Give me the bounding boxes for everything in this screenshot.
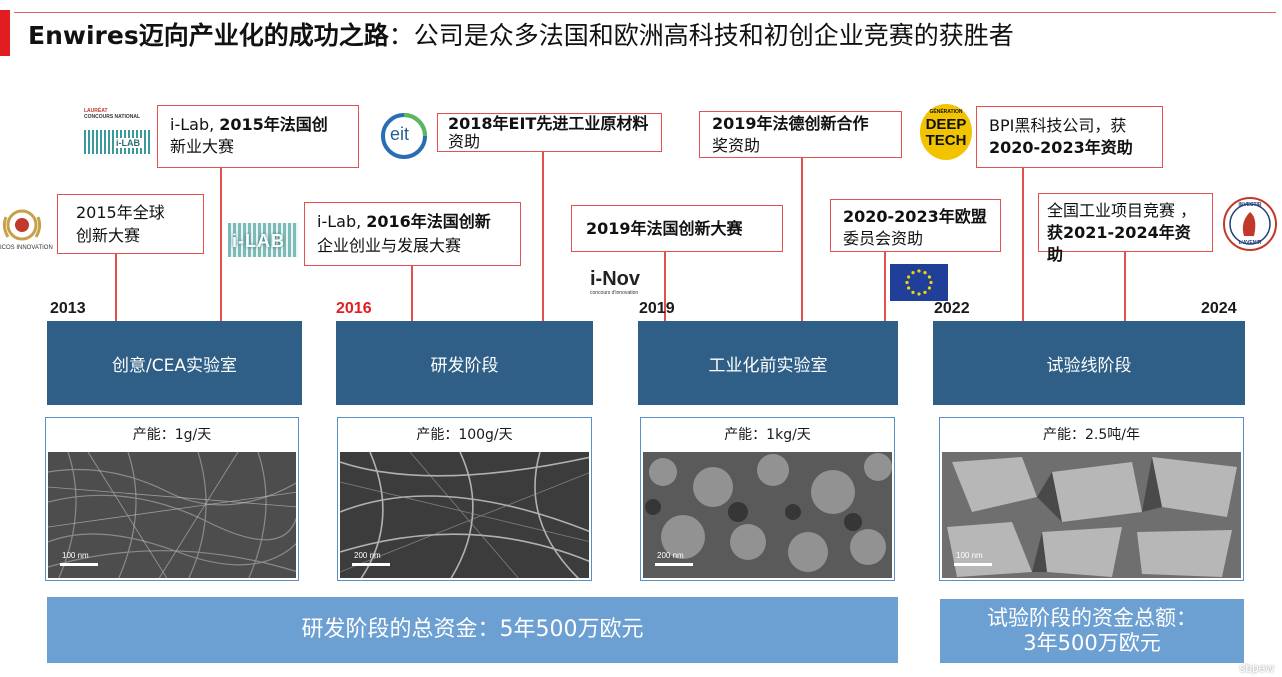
scale-bar <box>954 563 992 566</box>
inov-logo-sub: concours d'innovation <box>590 290 639 296</box>
scale-bar <box>60 563 98 566</box>
inov-logo-text: i-Nov <box>590 268 640 290</box>
slide-title-rest: ：公司是众多法国和欧洲高科技和初创企业竞赛的获胜者 <box>388 21 1014 50</box>
callout-ilab-2015-bold: 2015年法国创 <box>219 115 328 134</box>
title-accent-bar <box>0 10 10 56</box>
pilot-funding-line1: 试验阶段的资金总额： <box>987 606 1197 630</box>
callout-2015-global-line1: 2015年全球 <box>76 203 165 222</box>
connector-line-2015-global <box>115 252 117 321</box>
concours-text: CONCOURS NATIONAL <box>84 114 141 120</box>
worldinno-logo-text: ICOS INNOVATION <box>0 245 53 251</box>
callout-national-industry-line2: 获2021-2024年资助 <box>1047 223 1191 264</box>
title-top-rule <box>14 12 1276 13</box>
watermark: sbpew <box>1239 661 1274 675</box>
callout-inov-2019-line1: 2019年法国创新大赛 <box>586 219 743 238</box>
eit-logo: eit <box>380 112 428 160</box>
callout-2015-global-line2: 创新大赛 <box>76 226 141 245</box>
worldinno-logo: ICOS INNOVATION <box>0 205 53 257</box>
callout-ilab-2015: i-Lab, 2015年法国创 新业大赛 <box>157 105 359 168</box>
investir-bottom-text: L'AVENIR <box>1238 240 1262 246</box>
pilot-funding-line2: 3年500万欧元 <box>1023 631 1161 655</box>
deeptech-text-2: TECH <box>925 132 967 149</box>
connector-line-ilab-2016 <box>411 265 413 321</box>
callout-ilab-2016-line2: 企业创业与发展大赛 <box>317 236 462 255</box>
capacity-label: 产能：1kg/天 <box>724 427 811 443</box>
investir-avenir-logo: INVESTIR L'AVENIR <box>1222 196 1278 252</box>
scale-label: 100 nm <box>956 551 983 560</box>
deeptech-logo: GÉNÉRATION DEEP TECH <box>920 104 972 160</box>
callout-inov-2019: 2019年法国创新大赛 <box>571 205 783 252</box>
sem-texture-icon <box>942 452 1241 578</box>
callout-fr-de-2019: 2019年法德创新合作 奖资助 <box>699 111 902 158</box>
callout-eu-2020: 2020-2023年欧盟 委员会资助 <box>830 199 1001 252</box>
callout-ilab-2016: i-Lab, 2016年法国创新 企业创业与发展大赛 <box>304 202 521 266</box>
scale-bar <box>352 563 390 566</box>
scale-bar <box>655 563 693 566</box>
year-2013: 2013 <box>50 300 86 317</box>
phase-pilot-line: 试验线阶段 <box>933 321 1245 405</box>
phase-idea-cea-lab: 创意/CEA实验室 <box>47 321 302 405</box>
phase-rd: 研发阶段 <box>336 321 593 405</box>
sem-card-4: 产能：2.5吨/年 100 nm <box>939 417 1244 581</box>
callout-fr-de-2019-line1: 2019年法德创新合作 <box>712 114 869 133</box>
callout-bpi: BPI黑科技公司，获 2020-2023年资助 <box>976 106 1163 168</box>
rd-funding-text: 研发阶段的总资金：5年500万欧元 <box>301 617 644 642</box>
callout-eu-2020-line2: 委员会资助 <box>843 229 924 248</box>
capacity-label: 产能：1g/天 <box>132 427 212 443</box>
connector-line-fr-de-2019 <box>801 157 803 321</box>
pilot-funding-banner: 试验阶段的资金总额： 3年500万欧元 <box>940 599 1244 663</box>
connector-line-bpi <box>1022 167 1024 321</box>
deeptech-top-text: GÉNÉRATION <box>929 109 963 115</box>
laureat-concours-logo: LAURÉAT CONCOURS NATIONAL i-LAB <box>84 108 154 156</box>
callout-ilab-2016-line1: i-Lab, 2016年法国创新 <box>317 210 508 234</box>
ilab-logo-text: i-LAB <box>232 231 285 251</box>
year-2016: 2016 <box>336 300 372 317</box>
year-2019: 2019 <box>639 300 675 317</box>
scale-label: 200 nm <box>354 551 381 560</box>
slide-title: Enwires迈向产业化的成功之路：公司是众多法国和欧洲高科技和初创企业竞赛的获… <box>28 18 1014 54</box>
callout-national-industry-line1: 全国工业项目竞赛 ， <box>1047 201 1197 220</box>
callout-ilab-2016-bold: 2016年法国创新 <box>366 212 491 231</box>
year-2024: 2024 <box>1201 300 1237 317</box>
connector-line-eu-2020 <box>884 251 886 321</box>
callout-eit-2018: 2018年EIT先进工业原材料 资助 <box>437 113 662 152</box>
laureat-ilab-text: i-LAB <box>114 138 142 148</box>
callout-fr-de-2019-line2: 奖资助 <box>712 136 761 155</box>
scale-label: 200 nm <box>657 551 684 560</box>
callout-national-industry: 全国工业项目竞赛 ， 获2021-2024年资助 <box>1038 193 1213 264</box>
sem-image-nanowires-sparse: 200 nm <box>340 452 589 578</box>
callout-eu-2020-line1: 2020-2023年欧盟 <box>843 207 987 226</box>
sem-card-1: 产能：1g/天 100 nm <box>45 417 299 581</box>
inov-logo: i-Nov concours d'innovation <box>590 268 650 300</box>
callout-bpi-line1: BPI黑科技公司，获 <box>989 116 1127 135</box>
year-2022: 2022 <box>934 300 970 317</box>
callout-ilab-2016-prefix: i-Lab, <box>317 212 367 231</box>
scale-label: 100 nm <box>62 551 89 560</box>
sem-image-particles: 200 nm <box>643 452 892 578</box>
deeptech-text-1: DEEP <box>925 116 967 133</box>
callout-ilab-2015-line2: 新业大赛 <box>170 137 235 156</box>
eit-logo-text: eit <box>390 124 410 144</box>
ilab-logo: i-LAB <box>228 215 300 259</box>
eu-stars-icon <box>905 269 933 296</box>
phase-preindustrial-lab: 工业化前实验室 <box>638 321 898 405</box>
sem-image-nanowires-dense: 100 nm <box>48 452 296 578</box>
sem-card-3: 产能：1kg/天 200 nm <box>640 417 895 581</box>
callout-2015-global-innovation: 2015年全球 创新大赛 <box>57 194 204 254</box>
sem-card-2: 产能：100g/天 200 nm <box>337 417 592 581</box>
callout-ilab-2015-line1: i-Lab, 2015年法国创 <box>170 114 346 136</box>
callout-eit-2018-line1: 2018年EIT先进工业原材料 <box>448 114 649 133</box>
investir-top-text: INVESTIR <box>1238 202 1262 208</box>
sem-image-flakes: 100 nm <box>942 452 1241 578</box>
callout-bpi-line2: 2020-2023年资助 <box>989 138 1133 157</box>
callout-eit-2018-line2: 资助 <box>448 132 481 151</box>
connector-line-ilab-2015 <box>220 167 222 321</box>
callout-ilab-2015-prefix: i-Lab, <box>170 115 220 134</box>
eu-flag <box>890 264 948 301</box>
slide-title-bold: Enwires迈向产业化的成功之路 <box>28 21 389 50</box>
capacity-label: 产能：100g/天 <box>416 427 513 443</box>
capacity-label: 产能：2.5吨/年 <box>1043 427 1140 443</box>
connector-line-eit-2018 <box>542 151 544 321</box>
rd-funding-banner: 研发阶段的总资金：5年500万欧元 <box>47 597 898 663</box>
